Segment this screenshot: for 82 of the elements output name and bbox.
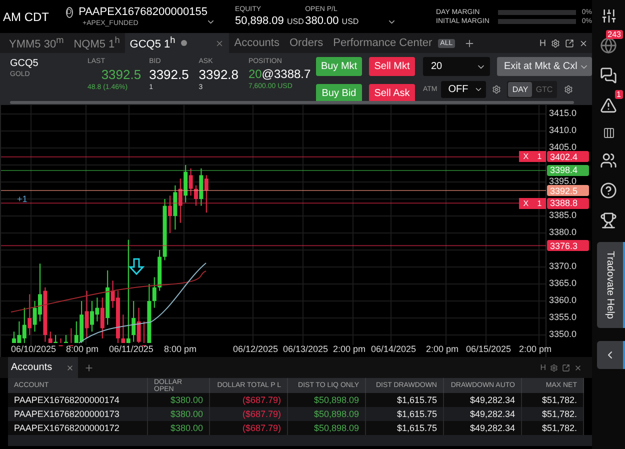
table-cell: $49,282.34 bbox=[444, 421, 522, 435]
panel-tab[interactable]: Accounts bbox=[8, 357, 78, 378]
table-cell: $1,615.75 bbox=[366, 393, 444, 407]
notification-badge: 1 bbox=[614, 90, 623, 99]
table-cell: ($687.79) bbox=[210, 407, 288, 421]
order-button[interactable]: Buy Mkt bbox=[316, 57, 362, 76]
table-cell: $50,898.09 bbox=[288, 407, 366, 421]
date-axis-label: 2:00 pm bbox=[519, 345, 552, 354]
price-axis-label: 3395.0 bbox=[549, 177, 577, 186]
order-tag[interactable]: X 1 bbox=[519, 151, 546, 162]
order-tag[interactable]: X 1 bbox=[519, 198, 546, 209]
help-tab[interactable]: Tradovate Help bbox=[597, 242, 625, 328]
currency-unit: USD bbox=[286, 17, 304, 26]
date-axis-label: 2:00 pm bbox=[333, 345, 366, 354]
table-cell: $49,282.34 bbox=[444, 393, 522, 407]
account-name: PAAPEX16768200000155 bbox=[78, 6, 208, 18]
price-tag: 3402.4 bbox=[547, 151, 589, 162]
table-cell: $50,898.09 bbox=[288, 421, 366, 435]
table-cell: $380.00 bbox=[148, 421, 210, 435]
date-axis-label: 06/14/2025 bbox=[371, 345, 416, 354]
price-axis-label: 3380.0 bbox=[549, 228, 577, 237]
order-button[interactable]: Sell Ask bbox=[369, 84, 415, 102]
table-cell: $1,615.75 bbox=[366, 421, 444, 435]
table-cell: $50,898.09 bbox=[288, 393, 366, 407]
price-axis-label: 3365.0 bbox=[549, 279, 577, 288]
table-cell: PAAPEX16768200000172 bbox=[8, 421, 148, 435]
tab[interactable]: NQM5 1$^{h}$ bbox=[68, 33, 125, 53]
price-tag: 3392.5 bbox=[547, 185, 589, 196]
table-cell: $51,782. bbox=[522, 393, 584, 407]
price-axis-label: 3410.0 bbox=[549, 126, 577, 135]
price-axis-label: 3385.0 bbox=[549, 211, 577, 220]
table-cell: $51,782. bbox=[522, 421, 584, 435]
metric-value: 50,898.09 bbox=[234, 15, 284, 27]
table-cell: $380.00 bbox=[148, 393, 210, 407]
price-axis-label: 3415.0 bbox=[549, 109, 577, 118]
price-tag: 3388.8 bbox=[547, 198, 589, 209]
time-in-force-option[interactable]: DAY bbox=[508, 82, 532, 97]
time-label: AM CDT bbox=[3, 10, 50, 24]
date-axis-label: 8:00 pm bbox=[66, 345, 99, 354]
price-axis-label: 3350.0 bbox=[549, 330, 577, 339]
position-qty: 20 bbox=[248, 67, 262, 81]
table-cell: $380.00 bbox=[148, 407, 210, 421]
atm-select[interactable]: OFF bbox=[441, 81, 486, 98]
date-axis-label: 06/12/2025 bbox=[233, 345, 278, 354]
table-cell: PAAPEX16768200000174 bbox=[8, 393, 148, 407]
currency-unit: USD bbox=[342, 17, 359, 26]
price-axis-label: 3360.0 bbox=[549, 296, 577, 305]
table-cell: $1,615.75 bbox=[366, 407, 444, 421]
position-marker: +1 bbox=[17, 194, 28, 204]
metric-value: 380.00 bbox=[305, 15, 339, 27]
table-cell: ($687.79) bbox=[210, 421, 288, 435]
price-tag: 3376.3 bbox=[547, 240, 589, 252]
exit-button[interactable]: Exit at Mkt & Cxl bbox=[497, 57, 592, 76]
order-button[interactable]: Sell Mkt bbox=[369, 57, 415, 76]
date-axis-label: 2:00 pm bbox=[426, 345, 459, 354]
date-axis-label: 06/11/2025 bbox=[109, 345, 154, 354]
date-axis-label: 06/13/2025 bbox=[283, 345, 328, 354]
bid-price: 3392.5 bbox=[149, 67, 190, 82]
table-cell: ($687.79) bbox=[210, 393, 288, 407]
tab[interactable]: Accounts bbox=[229, 33, 284, 53]
notification-badge: 243 bbox=[606, 30, 623, 39]
hotkey-toggle[interactable]: H bbox=[540, 38, 546, 48]
symbol: GCQ5 bbox=[10, 58, 40, 69]
last-price: 3392.5 bbox=[101, 67, 142, 82]
order-button[interactable]: Buy Bid bbox=[316, 84, 362, 102]
price-axis-label: 3405.0 bbox=[549, 143, 577, 152]
tab[interactable]: Orders bbox=[284, 33, 328, 53]
hotkey-toggle[interactable]: H bbox=[540, 363, 546, 372]
date-axis-label: 06/10/2025 bbox=[11, 345, 56, 354]
table-cell: PAAPEX16768200000173 bbox=[8, 407, 148, 421]
price-axis-label: 3355.0 bbox=[549, 313, 577, 322]
table-cell: $51,782. bbox=[522, 407, 584, 421]
tab[interactable]: YMM5 30$^{m}$ bbox=[4, 33, 69, 53]
price-axis-label: 3370.0 bbox=[549, 262, 577, 271]
date-axis-label: 8:00 pm bbox=[164, 345, 197, 354]
tab[interactable]: GCQ5 1$^{h}$ bbox=[124, 33, 230, 53]
price-tag: 3398.4 bbox=[547, 164, 589, 176]
quantity-field[interactable]: 20 bbox=[423, 57, 490, 76]
ask-price: 3392.8 bbox=[198, 67, 240, 82]
table-cell: $49,282.34 bbox=[444, 407, 522, 421]
date-axis-label: 06/15/2025 bbox=[466, 345, 512, 354]
position-price: @3388.7 bbox=[262, 67, 311, 81]
